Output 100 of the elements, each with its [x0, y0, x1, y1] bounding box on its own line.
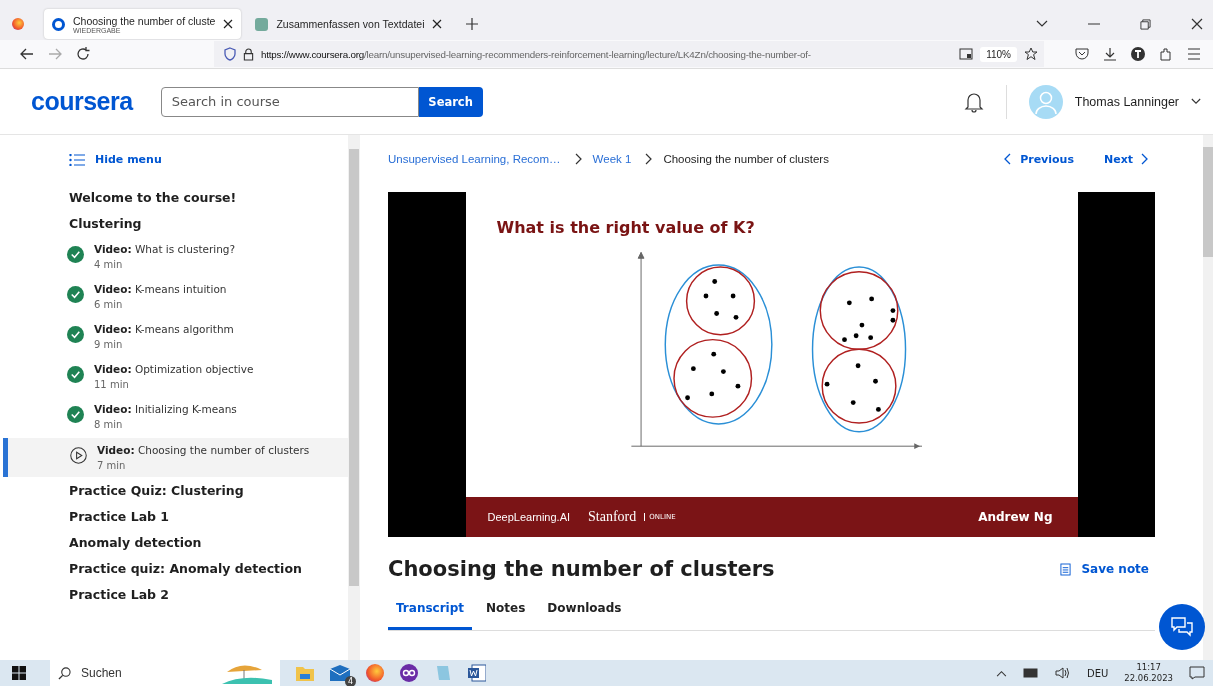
pocket-icon[interactable] [1075, 48, 1089, 60]
lesson-item[interactable]: Video: K-means intuition 6 min [0, 278, 348, 316]
restore-icon[interactable] [1140, 18, 1151, 30]
play-circle-icon [70, 447, 87, 464]
chat-icon [1170, 616, 1194, 638]
breadcrumb-link[interactable]: Week 1 [592, 153, 632, 165]
module-link[interactable]: Practice quiz: Anomaly detection [0, 557, 348, 583]
browser-tab[interactable]: Zusammenfassen von Textdatei [247, 9, 451, 39]
lesson-duration: 6 min [94, 299, 124, 310]
tab-title: Choosing the number of cluste [73, 14, 216, 27]
picture-in-picture-icon[interactable] [959, 48, 974, 60]
check-circle-icon [67, 246, 84, 263]
module-link[interactable]: Clustering [0, 212, 348, 238]
reload-icon[interactable] [76, 47, 90, 61]
brand-logo: DeepLearning.AI [487, 511, 571, 523]
check-circle-icon [67, 326, 84, 343]
lesson-duration: 7 min [97, 460, 127, 471]
folder-icon[interactable] [296, 665, 314, 681]
lock-icon [243, 47, 254, 61]
firefox-icon[interactable] [12, 18, 24, 30]
notification-icon[interactable] [1189, 666, 1205, 680]
chat-button[interactable] [1159, 604, 1205, 650]
lesson-duration: 11 min [94, 379, 130, 390]
favicon-icon [255, 17, 269, 31]
close-icon[interactable] [1191, 18, 1203, 30]
lesson-item[interactable]: Video: Optimization objective 11 min [0, 358, 348, 396]
module-link[interactable]: Practice Quiz: Clustering [0, 479, 348, 505]
check-circle-icon [67, 366, 84, 383]
mail-icon[interactable] [330, 665, 350, 681]
battery-icon[interactable] [1023, 668, 1039, 678]
breadcrumb-link[interactable]: Unsupervised Learning, Recom… [388, 153, 561, 165]
search-button[interactable]: Search [418, 86, 483, 117]
taskbar-search-text: Suchen [81, 666, 122, 680]
list-icon [69, 153, 85, 166]
module-link[interactable]: Welcome to the course! [0, 186, 348, 212]
chevron-up-icon[interactable] [996, 669, 1007, 677]
content-tab[interactable]: Notes [478, 595, 534, 630]
extension-avatar-icon[interactable] [1131, 47, 1145, 61]
check-circle-icon [67, 406, 84, 423]
star-icon[interactable] [1024, 47, 1038, 61]
bell-icon[interactable] [963, 90, 984, 113]
firefox-icon[interactable] [366, 664, 384, 682]
speaker-icon[interactable] [1055, 667, 1071, 679]
tab-title: Zusammenfassen von Textdatei [276, 18, 425, 30]
taskbar-clock[interactable]: 11:17 22.06.2023 [1124, 662, 1173, 684]
back-arrow-icon[interactable] [20, 48, 34, 60]
module-link[interactable]: Anomaly detection [0, 531, 348, 557]
content-tab[interactable]: Transcript [388, 595, 473, 630]
windows-start-icon[interactable] [12, 666, 26, 680]
address-bar[interactable]: https://www.coursera.org/learn/unsupervised-learning-recommenders-reinforcement-learning/lecture/LK4Zn/choosing-the-number-of- 110% [214, 41, 1044, 67]
lesson-duration: 9 min [94, 339, 124, 350]
lesson-item[interactable]: Video: K-means algorithm 9 min [0, 318, 348, 356]
breadcrumb-current: Choosing the number of clusters [663, 153, 829, 165]
lesson-title: Video: What is clustering? [94, 243, 236, 255]
lesson-item[interactable]: Video: What is clustering? 4 min [0, 238, 348, 276]
note-icon [1060, 562, 1072, 576]
previous-button[interactable]: Previous [998, 151, 1080, 167]
search-field[interactable]: Search in course [160, 86, 419, 117]
coursera-logo[interactable]: coursera [31, 87, 133, 116]
favicon-icon [52, 17, 65, 31]
scrollbar[interactable] [1203, 135, 1213, 660]
menu-icon[interactable] [1187, 48, 1201, 60]
search-icon [58, 666, 71, 680]
url-text: https://www.coursera.org/learn/unsupervised-learning-recommenders-reinforcement-learning/lecture/LK4Zn/choosing-the-number-of- [261, 48, 812, 60]
save-note-button[interactable]: Save note [1054, 561, 1155, 577]
close-icon[interactable] [432, 19, 443, 29]
module-link[interactable]: Practice Lab 1 [0, 505, 348, 531]
chevron-down-icon[interactable] [1191, 98, 1201, 105]
lesson-duration: 8 min [94, 419, 124, 430]
next-button[interactable]: Next [1097, 151, 1155, 167]
beach-umbrella-drawing [222, 662, 272, 684]
chevron-down-icon[interactable] [1036, 20, 1048, 28]
shield-icon [224, 47, 236, 61]
chevron-left-icon [1004, 153, 1013, 165]
download-icon[interactable] [1103, 47, 1117, 61]
app-icon[interactable] [400, 664, 418, 682]
hide-menu-button[interactable]: Hide menu [0, 149, 348, 170]
chevron-right-icon [1141, 153, 1149, 165]
user-name[interactable]: Thomas Lanninger [1074, 94, 1179, 109]
slide-title: What is the right value of K? [495, 217, 756, 237]
lecture-title: Choosing the number of clusters [388, 557, 775, 581]
lesson-title: Video: K-means algorithm [94, 323, 234, 335]
module-link[interactable]: Practice Lab 2 [0, 583, 348, 609]
lesson-title: Video: Initializing K-means [94, 403, 237, 415]
content-tab[interactable]: Downloads [539, 595, 630, 630]
lesson-item[interactable]: Video: Initializing K-means 8 min [0, 398, 348, 436]
lesson-item[interactable]: Video: Choosing the number of clusters 7 min [3, 438, 348, 477]
zoom-level[interactable]: 110% [980, 46, 1017, 62]
word-icon[interactable] [468, 664, 486, 682]
close-icon[interactable] [223, 19, 234, 29]
chevron-right-icon [574, 153, 583, 165]
check-circle-icon [67, 286, 84, 303]
scrollbar[interactable] [348, 135, 360, 660]
presenter-name: Andrew Ng [978, 510, 1053, 524]
mail-badge: 4 [345, 676, 356, 686]
input-language[interactable]: DEU [1087, 667, 1109, 679]
taskbar-search-field[interactable]: Suchen [50, 660, 280, 686]
puzzle-icon[interactable] [1159, 47, 1173, 61]
new-tab-icon[interactable] [466, 18, 479, 30]
chevron-right-icon [645, 153, 654, 165]
